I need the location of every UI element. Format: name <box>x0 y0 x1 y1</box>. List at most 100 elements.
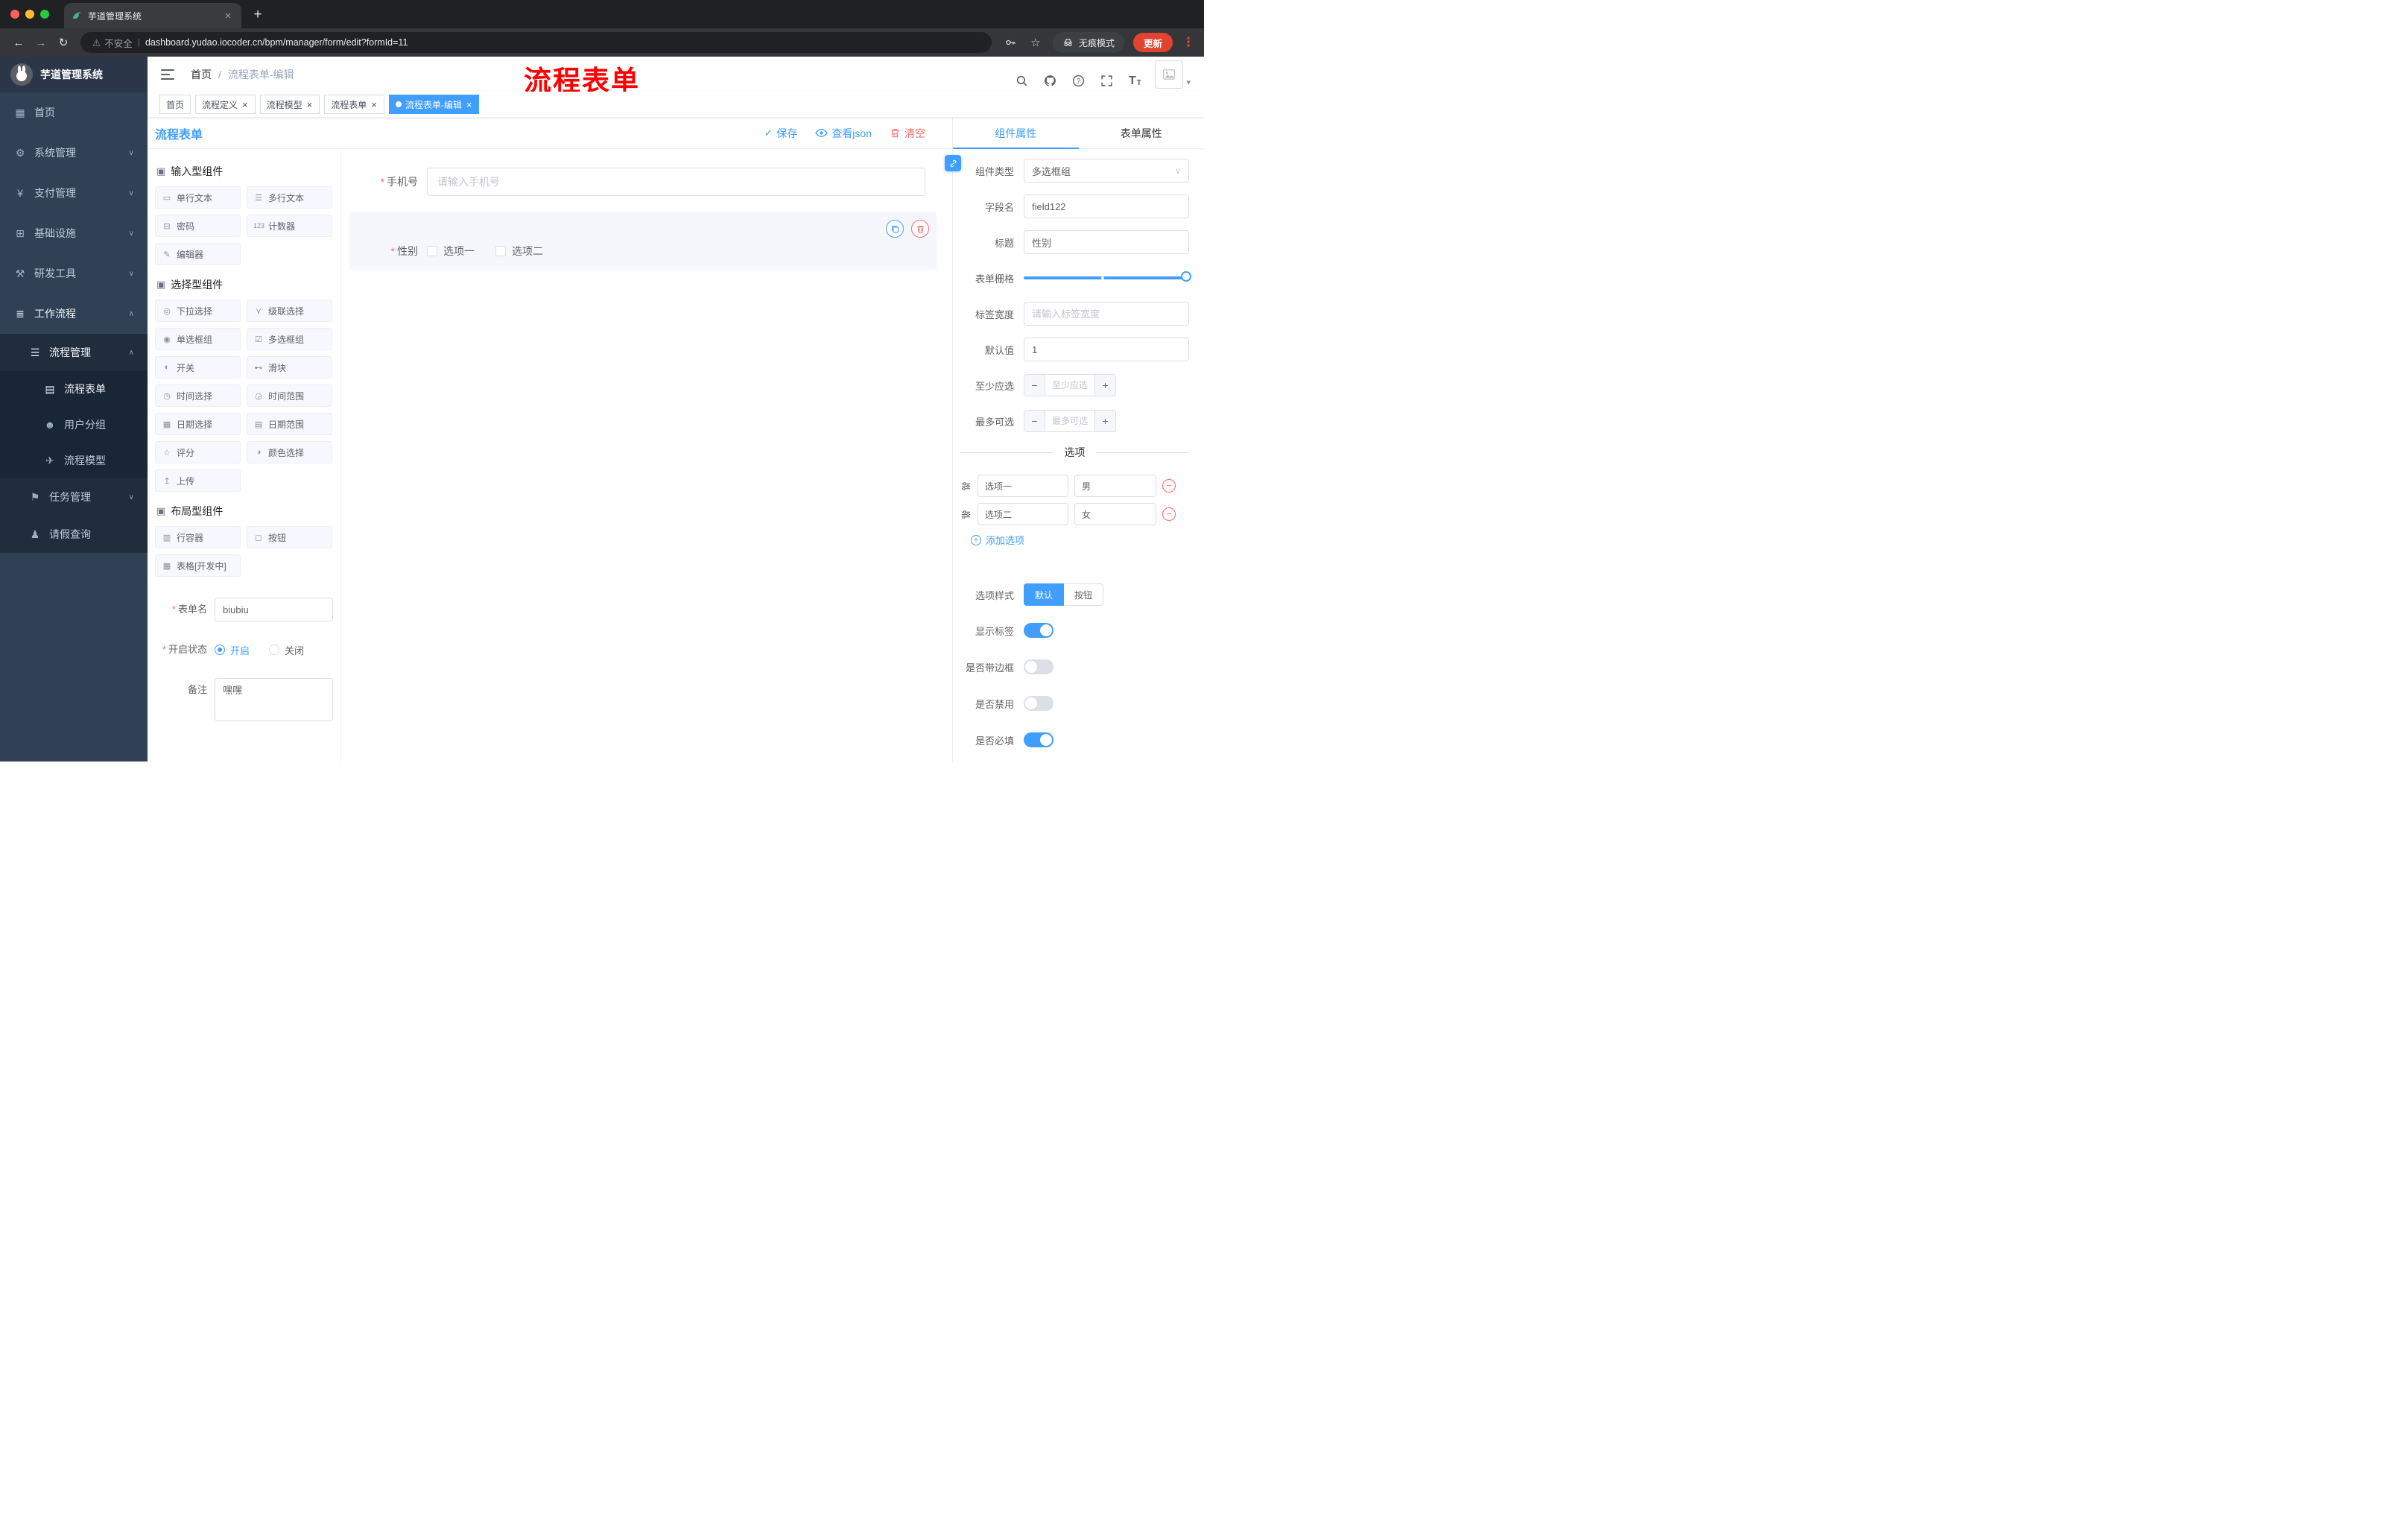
field-name-input[interactable] <box>1024 194 1189 218</box>
window-zoom-button[interactable] <box>40 10 49 19</box>
sidebar-item-process-model[interactable]: ✈ 流程模型 <box>0 443 148 478</box>
border-toggle[interactable] <box>1024 659 1054 674</box>
min-select-input[interactable] <box>1045 375 1094 396</box>
title-input[interactable] <box>1024 230 1189 254</box>
option-value-input[interactable] <box>1074 503 1156 525</box>
form-name-input[interactable] <box>215 598 333 621</box>
max-select-input[interactable] <box>1045 411 1094 431</box>
drag-handle-icon[interactable] <box>960 481 972 492</box>
back-icon[interactable]: ← <box>9 33 28 52</box>
incognito-chip[interactable]: 无痕模式 <box>1052 32 1124 53</box>
default-value-input[interactable] <box>1024 338 1189 361</box>
canvas-field-phone[interactable]: * 手机号 <box>341 167 952 197</box>
radio-on[interactable]: 开启 <box>215 643 250 657</box>
component-item-checkbox-group[interactable]: ☑ 多选框组 <box>247 328 332 350</box>
component-item-switch[interactable]: ◐ 开关 <box>155 356 241 379</box>
sidebar-item-system[interactable]: ⚙ 系统管理 ∨ <box>0 133 148 173</box>
bookmark-star-icon[interactable]: ☆ <box>1027 34 1044 51</box>
close-icon[interactable]: × <box>370 100 378 110</box>
component-item-rate[interactable]: ☆ 评分 <box>155 441 241 463</box>
component-item-date-range[interactable]: ▤ 日期范围 <box>247 413 332 435</box>
form-canvas[interactable]: * 手机号 请输入手机号 * 性别 选项一 选项二 <box>341 149 952 762</box>
label-width-input[interactable] <box>1024 302 1189 326</box>
view-json-button[interactable]: 查看json <box>815 126 872 141</box>
tab-form-props[interactable]: 表单属性 <box>1079 118 1205 148</box>
address-bar[interactable]: ⚠ 不安全 | dashboard.yudao.iocoder.cn/bpm/m… <box>80 32 992 53</box>
browser-tab[interactable]: 芋道管理系统 × <box>64 3 241 28</box>
slider-track[interactable] <box>1024 276 1189 279</box>
tag-process-form-edit[interactable]: 流程表单-编辑 × <box>388 95 480 114</box>
tag-home[interactable]: 首页 <box>159 95 191 114</box>
phone-input[interactable] <box>427 168 925 196</box>
tag-process-model[interactable]: 流程模型 × <box>259 95 320 114</box>
component-item-time-range[interactable]: ◶ 时间范围 <box>247 384 332 407</box>
component-item-select[interactable]: ◎ 下拉选择 <box>155 300 241 322</box>
tab-close-icon[interactable]: × <box>222 10 234 22</box>
component-item-password[interactable]: ⊟ 密码 <box>155 215 241 237</box>
checkbox-option-1[interactable]: 选项一 <box>427 244 475 259</box>
close-icon[interactable]: × <box>306 100 314 110</box>
reload-icon[interactable]: ↻ <box>54 33 73 52</box>
sidebar-item-leave-query[interactable]: ♟ 请假查询 <box>0 516 148 553</box>
save-button[interactable]: ✓ 保存 <box>764 126 798 141</box>
key-icon[interactable] <box>1002 34 1018 51</box>
component-item-row-container[interactable]: ▥ 行容器 <box>155 526 241 548</box>
sidebar-item-process-management[interactable]: ☰ 流程管理 ∧ <box>0 334 148 371</box>
remove-option-button[interactable]: − <box>1162 479 1176 493</box>
style-default-button[interactable]: 默认 <box>1024 583 1065 606</box>
component-item-slider[interactable]: ⊷ 滑块 <box>247 356 332 379</box>
style-button-button[interactable]: 按钮 <box>1064 583 1104 606</box>
decrease-button[interactable]: − <box>1024 411 1045 431</box>
new-tab-button[interactable]: + <box>247 4 268 25</box>
fullscreen-icon[interactable] <box>1098 71 1115 89</box>
canvas-field-gender-selected[interactable]: * 性别 选项一 选项二 <box>349 212 937 270</box>
font-size-icon[interactable]: TT <box>1127 71 1143 89</box>
sidebar-item-devtools[interactable]: ⚒ 研发工具 ∨ <box>0 253 148 294</box>
required-toggle[interactable] <box>1024 732 1054 747</box>
component-item-counter[interactable]: 123 计数器 <box>247 215 332 237</box>
sidebar-item-process-form[interactable]: ▤ 流程表单 <box>0 371 148 407</box>
add-option-button[interactable]: + 添加选项 <box>971 533 1189 547</box>
hamburger-icon[interactable] <box>161 66 177 83</box>
close-icon[interactable]: × <box>241 100 249 110</box>
window-close-button[interactable] <box>10 10 19 19</box>
component-item-editor[interactable]: ✎ 编辑器 <box>155 243 241 265</box>
component-type-select[interactable]: 多选框组 ∨ <box>1024 159 1189 183</box>
radio-off[interactable]: 关闭 <box>269 643 304 657</box>
checkbox-option-2[interactable]: 选项二 <box>495 244 543 259</box>
sidebar-logo[interactable]: 芋道管理系统 <box>0 57 148 92</box>
option-label-input[interactable] <box>978 475 1068 497</box>
user-avatar-dropdown[interactable]: ▾ <box>1155 60 1191 89</box>
decrease-button[interactable]: − <box>1024 375 1045 396</box>
show-label-toggle[interactable] <box>1024 623 1054 638</box>
clear-button[interactable]: 清空 <box>890 126 925 141</box>
sidebar-item-payment[interactable]: ¥ 支付管理 ∨ <box>0 173 148 213</box>
component-item-cascader[interactable]: ⋎ 级联选择 <box>247 300 332 322</box>
search-icon[interactable] <box>1013 71 1030 89</box>
component-item-upload[interactable]: ↥ 上传 <box>155 469 241 492</box>
remark-textarea[interactable]: 嘿嘿 <box>215 678 333 721</box>
help-icon[interactable]: ? <box>1070 71 1086 89</box>
tab-component-props[interactable]: 组件属性 <box>953 118 1079 149</box>
tag-process-form[interactable]: 流程表单 × <box>324 95 384 114</box>
update-button[interactable]: 更新 <box>1132 33 1173 52</box>
browser-menu-icon[interactable]: ⋮ <box>1182 35 1195 50</box>
component-item-single-text[interactable]: ▭ 单行文本 <box>155 186 241 209</box>
sidebar-item-home[interactable]: ▦ 首页 <box>0 92 148 133</box>
option-value-input[interactable] <box>1074 475 1156 497</box>
component-item-time-picker[interactable]: ◷ 时间选择 <box>155 384 241 407</box>
option-label-input[interactable] <box>978 503 1068 525</box>
close-icon[interactable]: × <box>466 100 473 110</box>
window-minimize-button[interactable] <box>25 10 34 19</box>
component-item-color-picker[interactable]: ◑ 颜色选择 <box>247 441 332 463</box>
forward-icon[interactable]: → <box>31 33 51 52</box>
copy-component-button[interactable] <box>886 220 904 238</box>
increase-button[interactable]: + <box>1094 375 1115 396</box>
drag-handle-icon[interactable] <box>960 509 972 520</box>
sidebar-item-infrastructure[interactable]: ⊞ 基础设施 ∨ <box>0 213 148 253</box>
link-icon-button[interactable] <box>945 155 961 171</box>
grid-slider[interactable] <box>1024 266 1191 290</box>
component-item-textarea[interactable]: ☰ 多行文本 <box>247 186 332 209</box>
tag-process-definition[interactable]: 流程定义 × <box>195 95 256 114</box>
breadcrumb-home[interactable]: 首页 <box>191 67 212 82</box>
